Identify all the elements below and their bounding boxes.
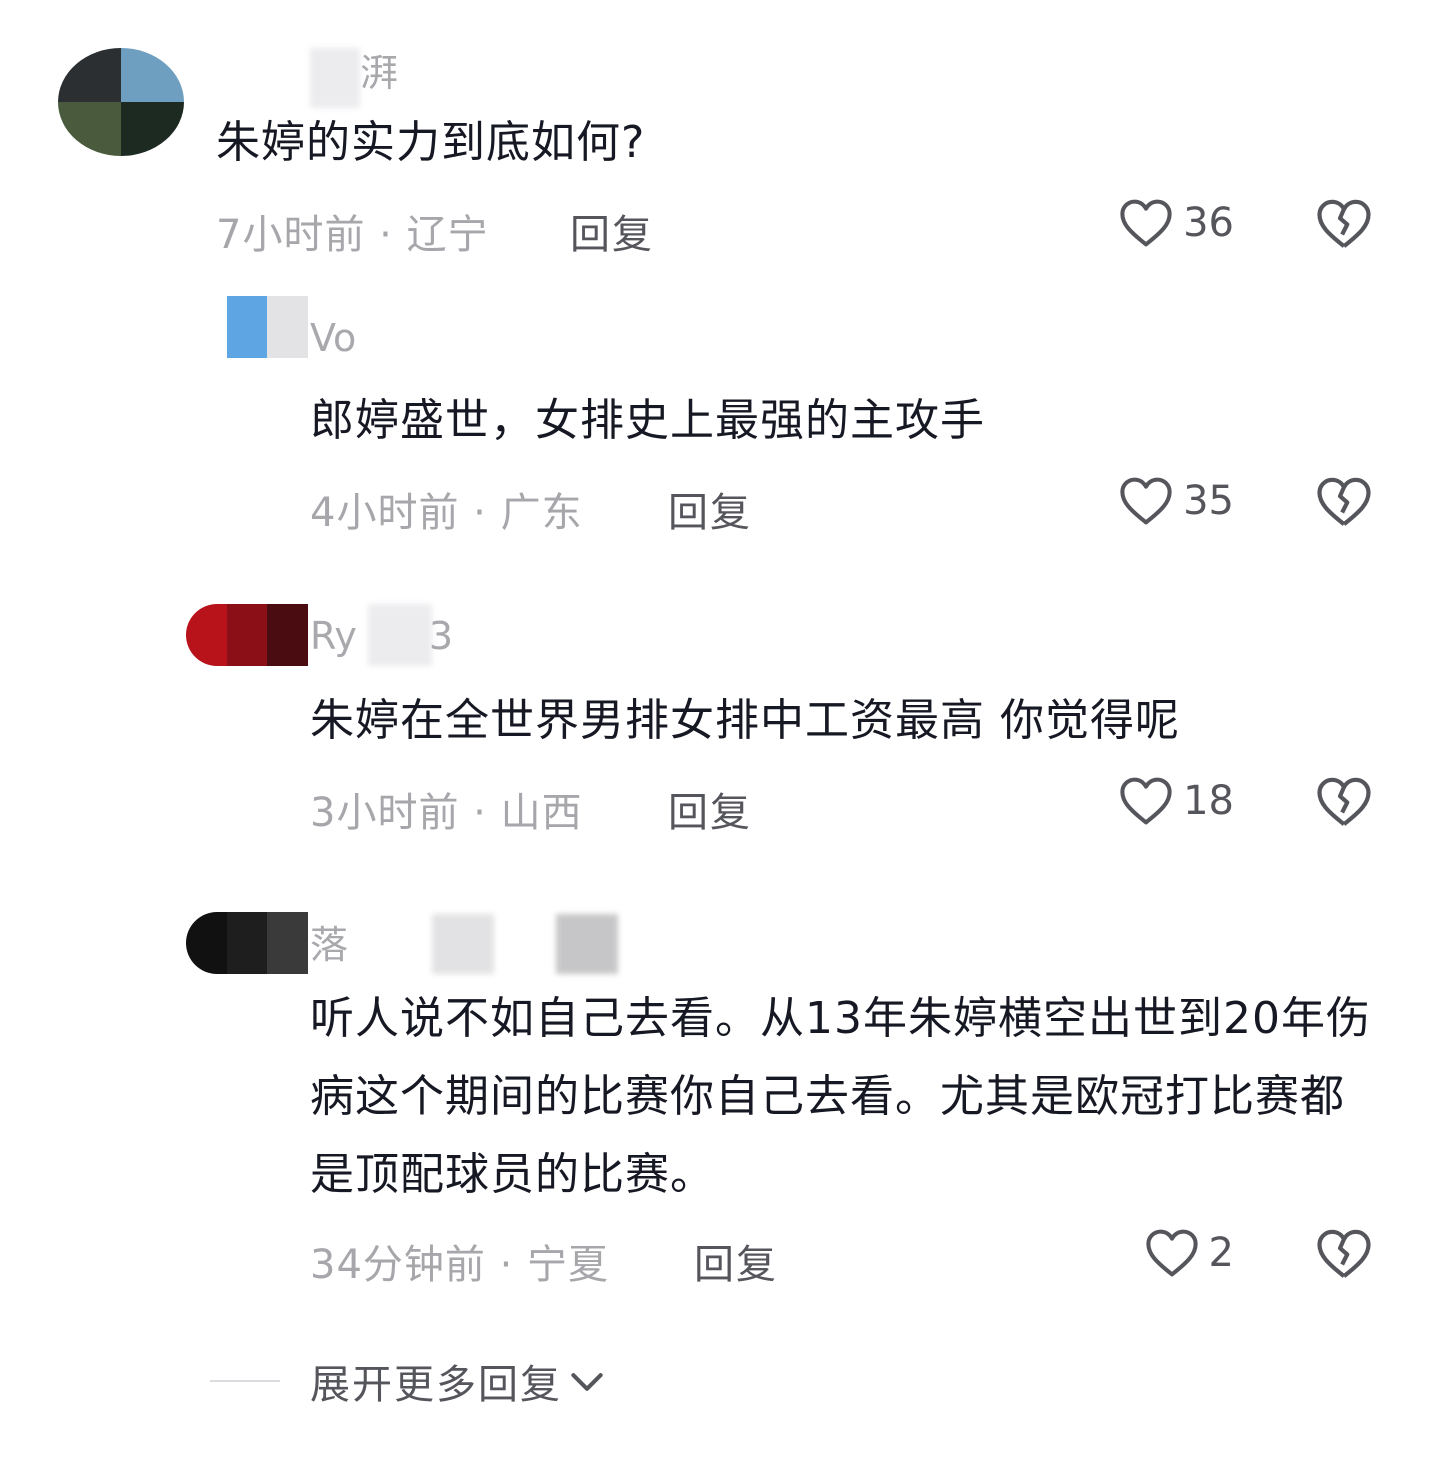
time-location: 34分钟前 · 宁夏 (310, 1242, 610, 1288)
avatar[interactable] (186, 296, 308, 358)
avatar[interactable] (186, 912, 308, 974)
heart-outline-icon (1120, 777, 1172, 825)
username[interactable]: Ry 3 (310, 614, 453, 658)
reply-button[interactable]: 回复 (668, 780, 752, 838)
heart-outline-icon (1145, 1229, 1198, 1277)
like-button[interactable]: 18 (1119, 776, 1234, 826)
like-count: 35 (1183, 478, 1234, 524)
broken-heart-icon[interactable] (1316, 1228, 1372, 1280)
avatar[interactable] (186, 604, 308, 666)
like-count: 36 (1183, 200, 1234, 246)
like-button[interactable]: 36 (1119, 198, 1234, 248)
username-redaction (310, 48, 360, 108)
like-count: 2 (1208, 1230, 1234, 1276)
expand-more-label: 展开更多回复 (310, 1362, 562, 1408)
comment-text: 郎婷盛世，女排史上最强的主攻手 (310, 395, 985, 446)
time-location: 7小时前 · 辽宁 (216, 212, 489, 258)
broken-heart-icon[interactable] (1316, 776, 1372, 828)
username-redaction (432, 914, 494, 974)
like-button[interactable]: 35 (1119, 476, 1234, 526)
heart-outline-icon (1120, 477, 1172, 525)
comment-text: 听人说不如自己去看。从13年朱婷横空出世到20年伤病这个期间的比赛你自己去看。尤… (310, 993, 1371, 1200)
divider (210, 1380, 280, 1382)
comment-text: 朱婷在全世界男排女排中工资最高 你觉得呢 (310, 695, 1180, 746)
like-button[interactable]: 2 (1145, 1228, 1234, 1278)
avatar[interactable] (58, 48, 184, 156)
time-location: 4小时前 · 广东 (310, 490, 583, 536)
heart-outline-icon (1120, 199, 1172, 247)
like-count: 18 (1183, 778, 1234, 824)
time-location: 3小时前 · 山西 (310, 790, 583, 836)
reply-button[interactable]: 回复 (668, 480, 752, 538)
reply-button[interactable]: 回复 (694, 1232, 778, 1290)
username[interactable]: 湃 (360, 42, 398, 97)
chevron-down-icon (562, 1364, 604, 1398)
comment-text: 朱婷的实力到底如何? (216, 117, 646, 168)
reply-button[interactable]: 回复 (570, 202, 654, 260)
username-redaction (556, 914, 618, 974)
username[interactable]: 落 (310, 914, 348, 969)
broken-heart-icon[interactable] (1316, 476, 1372, 528)
username[interactable]: Vo (310, 316, 356, 360)
expand-more-replies[interactable]: 展开更多回复 (210, 1352, 604, 1410)
broken-heart-icon[interactable] (1316, 198, 1372, 250)
